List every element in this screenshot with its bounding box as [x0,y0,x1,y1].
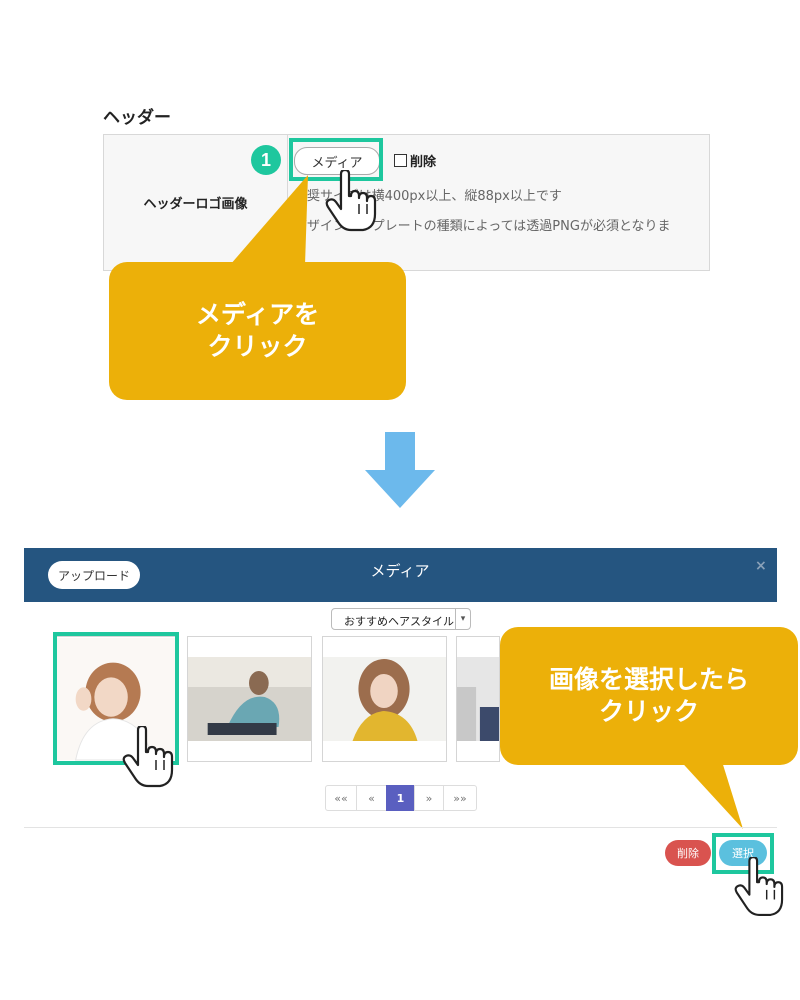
pagination-last[interactable]: »» [443,785,477,811]
callout-line: メディアを [195,299,320,329]
pointer-hand-icon [734,857,784,916]
portrait-photo [457,657,499,741]
pagination-prev[interactable]: « [356,785,387,811]
callout-pointer [230,175,308,265]
section-title: ヘッダー [103,108,171,128]
image-thumbnail[interactable] [456,636,500,762]
down-arrow-icon [365,432,435,508]
footer-divider [24,827,777,828]
image-thumbnail[interactable] [322,636,447,762]
callout-select-image: 画像を選択したら クリック [500,627,798,765]
delete-button[interactable]: 削除 [665,840,711,866]
category-select[interactable]: おすすめヘアスタイル ▾ [331,608,471,630]
delete-checkbox[interactable]: 削除 [394,151,436,170]
modal-title: メディア [370,562,430,580]
pagination-next[interactable]: » [414,785,444,811]
step-badge: 1 [251,145,281,175]
pointer-hand-icon [122,726,174,788]
image-thumbnail[interactable] [187,636,312,762]
callout-click-media: メディアを クリック [109,262,406,400]
callout-line: 画像を選択したら [548,664,749,694]
chevron-down-icon: ▾ [455,609,470,629]
close-icon[interactable]: × [755,558,767,574]
portrait-photo [323,657,446,741]
portrait-photo [188,657,311,741]
delete-label: 削除 [410,155,437,170]
pagination-page-1[interactable]: 1 [386,785,415,811]
category-select-value: おすすめヘアスタイル [344,615,454,628]
checkbox-icon[interactable] [394,154,407,167]
callout-pointer [675,755,743,829]
pagination-first[interactable]: «« [325,785,357,811]
callout-line: クリック [207,332,308,361]
pointer-hand-icon [325,170,377,232]
callout-line: クリック [598,697,699,726]
